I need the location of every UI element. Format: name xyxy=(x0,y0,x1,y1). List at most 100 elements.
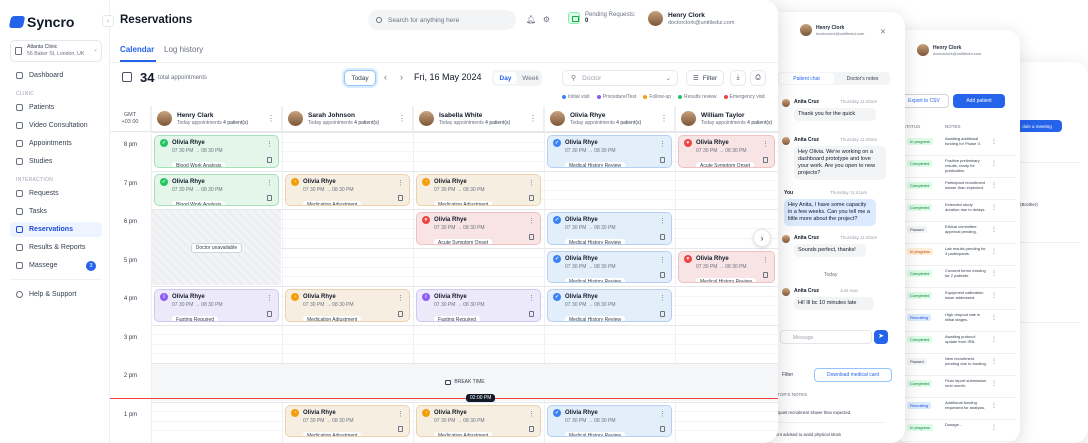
appointment-card[interactable]: ✓ Olivia Rhye 07 30 PM → 08 30 PM Blood Wor… xyxy=(154,135,279,168)
kebab-menu-icon[interactable]: ⋮ xyxy=(267,114,275,123)
appointment-card[interactable]: ✓ Olivia Rhye 07 30 PM → 08 30 PM Medical H… xyxy=(547,212,672,245)
gear-icon[interactable]: ⚙ xyxy=(542,15,551,24)
appointment-card[interactable]: ◔ Olivia Rhye 07 30 PM → 08 30 PM Medicatio… xyxy=(285,173,410,206)
tab-patient-chat[interactable]: Patient chat xyxy=(779,73,834,84)
kebab-menu-icon[interactable]: ⋮ xyxy=(991,292,997,299)
trash-icon[interactable] xyxy=(267,310,272,317)
kebab-menu-icon[interactable]: ⋮ xyxy=(266,294,273,302)
kebab-menu-icon[interactable]: ⋮ xyxy=(266,140,273,148)
appointment-card[interactable]: ♥ Olivia Rhye 07 30 PM → 08 30 PM Acute Sym… xyxy=(416,212,541,245)
filter-button[interactable]: ☰ Filter xyxy=(686,70,724,86)
appointment-card[interactable]: ♥ Olivia Rhye 07 30 PM → 08 30 PM Medical H… xyxy=(678,250,775,283)
notes-filter-button[interactable]: Filter xyxy=(782,372,793,378)
download-medical-card-button[interactable]: Download medical card xyxy=(814,368,892,382)
sidebar-item-massege[interactable]: Massege 3 xyxy=(10,258,102,273)
kebab-menu-icon[interactable]: ⋮ xyxy=(991,160,997,167)
appointment-card[interactable]: Ⅰ Olivia Rhye 07 30 PM → 08 30 PM Fasting R… xyxy=(154,289,279,322)
kebab-menu-icon[interactable]: ⋮ xyxy=(991,270,997,277)
kebab-menu-icon[interactable]: ⋮ xyxy=(762,256,769,264)
kebab-menu-icon[interactable]: ⋮ xyxy=(529,114,537,123)
appointment-card[interactable]: ✓ Olivia Rhye 07 30 PM → 08 30 PM Medical H… xyxy=(547,404,672,437)
appointment-card[interactable]: ◔ Olivia Rhye 07 30 PM → 08 30 PM Medicatio… xyxy=(416,404,541,437)
scroll-right-button[interactable]: › xyxy=(753,229,771,247)
trash-icon[interactable] xyxy=(660,156,665,163)
trash-icon[interactable] xyxy=(660,426,665,432)
kebab-menu-icon[interactable]: ⋮ xyxy=(528,410,535,418)
clinic-selector[interactable]: Atlanta Clinic 56 Baker St, London, UK ⌄ xyxy=(10,40,102,62)
kebab-menu-icon[interactable]: ⋮ xyxy=(659,294,666,302)
kebab-menu-icon[interactable]: ⋮ xyxy=(659,410,666,418)
kebab-menu-icon[interactable]: ⋮ xyxy=(659,140,666,148)
kebab-menu-icon[interactable]: ⋮ xyxy=(528,294,535,302)
sidebar-item-results-reports[interactable]: Results & Reports xyxy=(10,240,102,255)
trash-icon[interactable] xyxy=(529,426,534,432)
kebab-menu-icon[interactable]: ⋮ xyxy=(266,179,273,187)
kebab-menu-icon[interactable]: ⋮ xyxy=(397,179,404,187)
kebab-menu-icon[interactable]: ⋮ xyxy=(659,256,666,264)
appointment-card[interactable]: ◔ Olivia Rhye 07 30 PM → 08 30 PM Medicatio… xyxy=(285,289,410,322)
appointment-card[interactable]: ✓ Olivia Rhye 07 30 PM → 08 30 PM Blood Wor… xyxy=(154,173,279,206)
kebab-menu-icon[interactable]: ⋮ xyxy=(660,114,668,123)
appointment-card[interactable]: ♥ Olivia Rhye 07 30 PM → 08 30 PM Acute Sym… xyxy=(678,135,775,168)
trash-icon[interactable] xyxy=(763,272,768,278)
appointment-card[interactable]: ✓ Olivia Rhye 07 30 PM → 08 30 PM Medical H… xyxy=(547,250,672,283)
doctor-select[interactable]: ⚲ Doctor ⌄ xyxy=(562,70,678,86)
trash-icon[interactable] xyxy=(660,233,665,240)
trash-icon[interactable] xyxy=(267,156,272,163)
bell-icon[interactable]: 🔔︎ xyxy=(526,15,536,24)
sidebar-item-dashboard[interactable]: Dashboard xyxy=(10,68,102,83)
appointment-card[interactable]: ◔ Olivia Rhye 07 30 PM → 08 30 PM Medicatio… xyxy=(416,173,541,206)
trash-icon[interactable] xyxy=(267,195,272,201)
trash-icon[interactable] xyxy=(660,272,665,278)
kebab-menu-icon[interactable]: ⋮ xyxy=(991,336,997,343)
kebab-menu-icon[interactable]: ⋮ xyxy=(991,424,997,431)
next-day-button[interactable]: › xyxy=(400,72,403,82)
sidebar-item-studies[interactable]: Studies xyxy=(10,154,102,169)
tab-doctor-notes[interactable]: Doctor's notes xyxy=(835,72,890,85)
trash-icon[interactable] xyxy=(529,195,534,201)
kebab-menu-icon[interactable]: ⋮ xyxy=(991,248,997,255)
user-profile[interactable]: Henry Clork doctorclork@untitledui.com xyxy=(648,11,734,26)
kebab-menu-icon[interactable]: ⋮ xyxy=(991,314,997,321)
kebab-menu-icon[interactable]: ⋮ xyxy=(398,114,406,123)
sidebar-item-appointments[interactable]: Appointments xyxy=(10,136,102,151)
sidebar-item-video-consultation[interactable]: Video Consultation xyxy=(10,118,102,133)
trash-icon[interactable] xyxy=(398,195,403,201)
chat-close-icon[interactable]: ✕ xyxy=(880,28,886,36)
sidebar-item-patients[interactable]: Patients xyxy=(10,100,102,115)
appointment-card[interactable]: ✓ Olivia Rhye 07 30 PM → 08 30 PM Medical H… xyxy=(547,289,672,322)
download-button[interactable]: ⤓ xyxy=(730,70,746,86)
sidebar-item-tasks[interactable]: Tasks xyxy=(10,204,102,219)
view-week-button[interactable]: Week xyxy=(519,70,542,86)
collapse-sidebar-button[interactable]: ‹ xyxy=(102,15,114,27)
kebab-menu-icon[interactable]: ⋮ xyxy=(397,294,404,302)
kebab-menu-icon[interactable]: ⋮ xyxy=(991,226,997,233)
tab-calendar[interactable]: Calendar xyxy=(120,45,154,54)
sidebar-item-requests[interactable]: Requests xyxy=(10,186,102,201)
kebab-menu-icon[interactable]: ⋮ xyxy=(991,204,997,211)
send-button[interactable]: ➤ xyxy=(874,330,888,344)
trash-icon[interactable] xyxy=(398,426,403,432)
tab-log-history[interactable]: Log history xyxy=(164,45,203,54)
sidebar-item-help-support[interactable]: Help & Support xyxy=(10,287,102,302)
trash-icon[interactable] xyxy=(660,310,665,317)
appointment-card[interactable]: ✓ Olivia Rhye 07 30 PM → 08 30 PM Medical H… xyxy=(547,135,672,168)
today-button[interactable]: Today xyxy=(344,70,376,86)
search-input[interactable]: Search for anything here xyxy=(368,10,516,30)
add-patient-button[interactable]: Add patient xyxy=(953,94,1005,108)
appointment-card[interactable]: Ⅰ Olivia Rhye 07 30 PM → 08 30 PM Fasting R… xyxy=(416,289,541,322)
kebab-menu-icon[interactable]: ⋮ xyxy=(991,380,997,387)
print-button[interactable]: ⎙ xyxy=(750,70,766,86)
prev-day-button[interactable]: ‹ xyxy=(384,72,387,82)
message-input[interactable]: Message xyxy=(780,330,872,344)
kebab-menu-icon[interactable]: ⋮ xyxy=(991,402,997,409)
kebab-menu-icon[interactable]: ⋮ xyxy=(762,140,769,148)
kebab-menu-icon[interactable]: ⋮ xyxy=(397,410,404,418)
kebab-menu-icon[interactable]: ⋮ xyxy=(528,179,535,187)
trash-icon[interactable] xyxy=(529,233,534,240)
kebab-menu-icon[interactable]: ⋮ xyxy=(528,217,535,225)
trash-icon[interactable] xyxy=(529,310,534,317)
kebab-menu-icon[interactable]: ⋮ xyxy=(991,358,997,365)
appointment-card[interactable]: ◔ Olivia Rhye 07 30 PM → 08 30 PM Medicatio… xyxy=(285,404,410,437)
trash-icon[interactable] xyxy=(763,156,768,163)
